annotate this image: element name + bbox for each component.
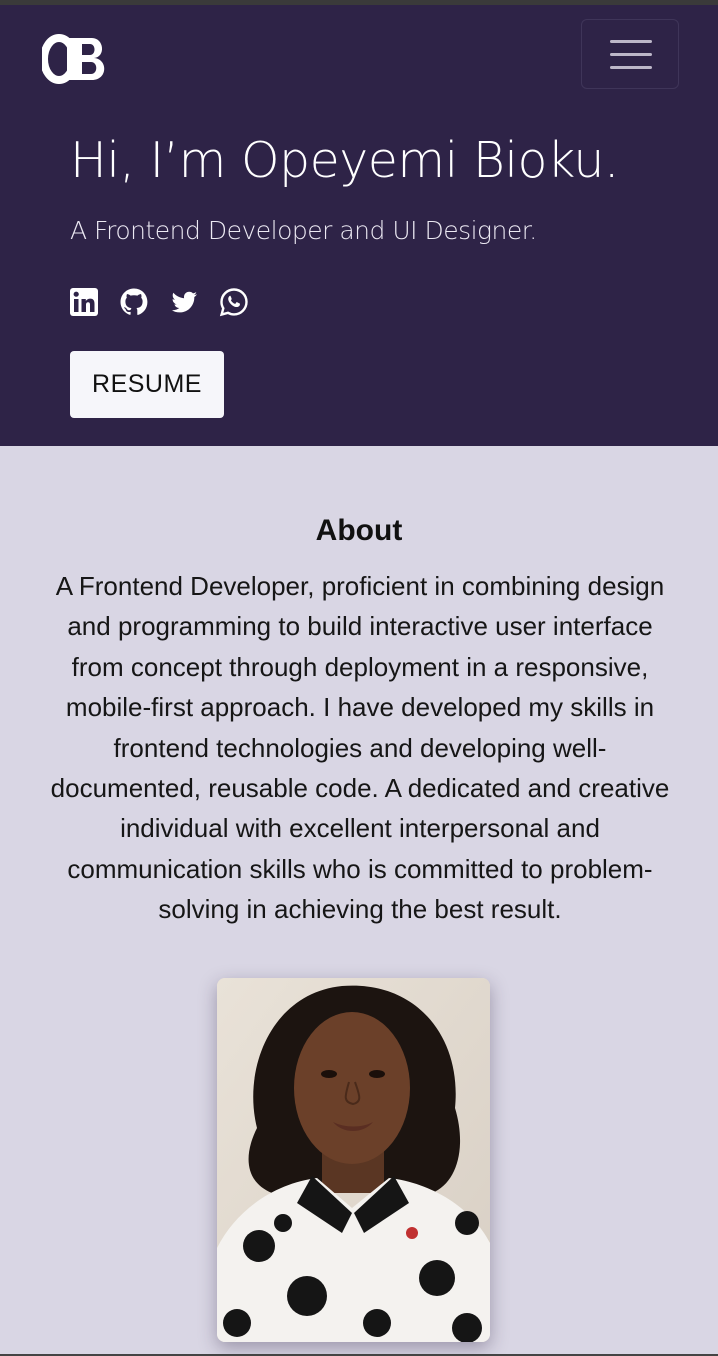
about-line: documented, reusable code. A dedicated a…	[50, 773, 670, 804]
hamburger-bar	[610, 66, 652, 69]
about-line: A Frontend Developer, proficient in comb…	[55, 571, 665, 601]
about-heading: About	[315, 514, 403, 547]
hero-section: Hi, I’m Opeyemi Bioku. A Frontend Develo…	[0, 5, 718, 446]
about-line: and programming to build interactive use…	[67, 611, 653, 642]
profile-photo	[217, 978, 490, 1342]
about-line: from concept through deployment in a res…	[71, 651, 649, 682]
github-icon[interactable]	[119, 287, 149, 317]
menu-toggle-button[interactable]	[581, 19, 679, 89]
about-line: individual with excellent interpersonal …	[120, 813, 600, 844]
about-line: mobile-first approach. I have developed …	[65, 692, 655, 723]
logo-mark	[42, 34, 105, 84]
resume-button[interactable]: RESUME	[70, 351, 224, 418]
logo[interactable]	[42, 33, 112, 85]
social-links	[69, 287, 249, 317]
hero-subtitle: A Frontend Developer and UI Designer.	[70, 216, 537, 245]
linkedin-icon[interactable]	[69, 287, 99, 317]
about-line: communication skills who is committed to…	[67, 853, 653, 884]
about-line: solving in achieving the best result.	[158, 894, 562, 925]
hamburger-bar	[610, 53, 652, 56]
whatsapp-icon[interactable]	[219, 287, 249, 317]
hamburger-menu-icon	[610, 40, 652, 43]
twitter-icon[interactable]	[169, 287, 199, 317]
about-line: frontend technologies and developing wel…	[113, 732, 607, 763]
about-paragraph: A Frontend Developer, proficient in comb…	[34, 566, 686, 930]
hero-title: Hi, I’m Opeyemi Bioku.	[70, 132, 620, 189]
